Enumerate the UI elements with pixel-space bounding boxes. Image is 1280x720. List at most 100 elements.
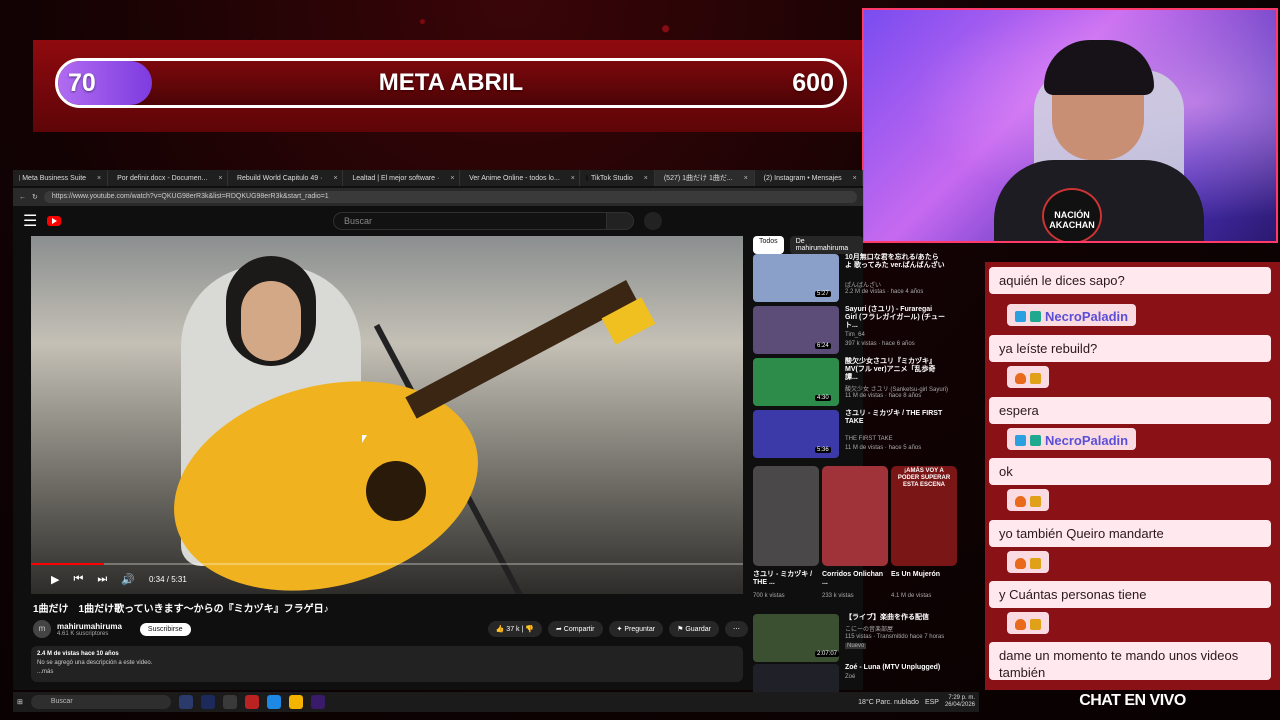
- more-options-icon[interactable]: ⋯: [725, 621, 748, 637]
- obs-icon[interactable]: [244, 695, 259, 709]
- mic-icon[interactable]: [644, 212, 662, 230]
- video-title[interactable]: Sayuri (さユリ) - Furaregai Girl (フラレガイガール)…: [845, 306, 945, 330]
- short-title[interactable]: Corridos Onlichan ...: [822, 571, 888, 587]
- video-player[interactable]: [31, 236, 743, 594]
- moderator-badge-icon: [1015, 310, 1026, 322]
- volume-icon[interactable]: 🔊: [121, 573, 135, 586]
- subscriber-badge-icon: [1030, 434, 1041, 446]
- video-title[interactable]: 10月無口な君を忘れる/あたらよ 歌ってみた ver.ぱんばんざい: [845, 254, 945, 270]
- taskbar-search[interactable]: Buscar: [30, 695, 171, 709]
- close-tab-icon[interactable]: ×: [218, 175, 222, 182]
- video-progress-bar[interactable]: [31, 563, 743, 565]
- short-overlay-text: ¡AMÁS VOY A PODER SUPERAR ESTA ESCENA: [897, 468, 951, 488]
- show-more-link[interactable]: ...más: [37, 668, 737, 677]
- chip-channel[interactable]: De mahirumahiruma: [789, 236, 863, 254]
- language-indicator[interactable]: ESP: [925, 699, 939, 706]
- close-tab-icon[interactable]: ×: [644, 175, 648, 182]
- save-button[interactable]: ⚑ Guardar: [669, 621, 719, 637]
- browser-window: Meta Business Suite × Por definir.docx - D…: [13, 170, 957, 712]
- gold-badge-icon: [1030, 495, 1041, 507]
- recommended-video[interactable]: 5:36 さユリ - ミカヅキ / THE FIRST TAKE THE FIRST…: [753, 410, 958, 458]
- tab-strip: Meta Business Suite × Por definir.docx - D…: [13, 170, 863, 186]
- browser-tab[interactable]: Meta Business Suite ×: [13, 170, 109, 186]
- fire-badge-icon: [1015, 618, 1026, 630]
- tab-label: Lealtad | El mejor software ·: [352, 174, 440, 182]
- like-button[interactable]: 👍 37 k | 👎: [487, 621, 542, 637]
- close-tab-icon[interactable]: ×: [744, 175, 748, 182]
- recommended-video[interactable]: 4:30 酸欠少女さユリ『ミカヅキ』MV(フル ver)アニメ「乱歩奇譚... 酸欠…: [753, 358, 958, 406]
- channel-logo: NACIÓN AKACHAN: [1042, 188, 1102, 241]
- chat-username-row[interactable]: [1007, 551, 1049, 573]
- short-thumbnail[interactable]: [822, 466, 888, 566]
- browser-tab[interactable]: Ver Anime Online - todos lo... ×: [460, 170, 581, 186]
- browser-tab[interactable]: (527) 1曲だけ 1曲だ... ×: [654, 170, 755, 186]
- browser-tab[interactable]: Rebuild World Capitulo 49 · ×: [228, 170, 344, 186]
- browser-tab[interactable]: Por definir.docx - Documen... ×: [108, 170, 228, 186]
- search-button[interactable]: [606, 212, 634, 230]
- fire-badge-icon: [1015, 372, 1026, 384]
- search-input[interactable]: Buscar: [333, 212, 608, 230]
- menu-icon[interactable]: ☰: [23, 211, 37, 231]
- address-bar[interactable]: https://www.youtube.com/watch?v=QKUG98er…: [43, 191, 857, 203]
- chat-username-row[interactable]: [1007, 612, 1049, 634]
- chip-all[interactable]: Todos: [753, 236, 784, 254]
- photoshop-icon[interactable]: [200, 695, 215, 709]
- previous-icon[interactable]: ⏮: [73, 573, 83, 586]
- next-icon[interactable]: ⏭: [97, 573, 107, 586]
- back-icon[interactable]: ←: [19, 194, 26, 201]
- video-meta: 397 k vistas · hace 6 años: [845, 341, 915, 347]
- close-tab-icon[interactable]: ×: [333, 175, 337, 182]
- chat-username-row[interactable]: NecroPaladin: [1007, 428, 1137, 450]
- close-tab-icon[interactable]: ×: [450, 175, 454, 182]
- clock[interactable]: 7:29 p. m. 26/04/2026: [945, 695, 975, 709]
- browser-tab[interactable]: TikTok Studio ×: [580, 170, 655, 186]
- video-duration: 4:30: [815, 395, 831, 401]
- chat-message: espera: [989, 397, 1271, 424]
- channel-avatar[interactable]: m: [33, 620, 51, 638]
- chat-username-row[interactable]: [1007, 489, 1049, 511]
- channel-name[interactable]: mahirumahiruma: [57, 622, 122, 631]
- short-title[interactable]: Es Un Mujerón: [891, 571, 957, 579]
- gold-badge-icon: [1030, 557, 1041, 569]
- recommended-video[interactable]: 6:24 Sayuri (さユリ) - Furaregai Girl (フラレガイ…: [753, 306, 958, 354]
- ask-button[interactable]: ✦ Preguntar: [608, 621, 664, 637]
- video-title[interactable]: Zoé - Luna (MTV Unplugged): [845, 664, 945, 672]
- short-thumbnail[interactable]: [753, 466, 819, 566]
- video-title[interactable]: 酸欠少女さユリ『ミカヅキ』MV(フル ver)アニメ「乱歩奇譚...: [845, 358, 945, 382]
- video-duration: 5:36: [815, 447, 831, 453]
- close-tab-icon[interactable]: ×: [571, 175, 575, 182]
- reload-icon[interactable]: ↻: [32, 193, 38, 201]
- weather-status[interactable]: 18°C Parc. nublado: [858, 699, 919, 706]
- video-title[interactable]: さユリ - ミカヅキ / THE FIRST TAKE: [845, 410, 945, 426]
- explorer-icon[interactable]: [288, 695, 303, 709]
- short-thumbnail[interactable]: ¡AMÁS VOY A PODER SUPERAR ESTA ESCENA: [891, 466, 957, 566]
- short-title[interactable]: さユリ - ミカヅキ / THE ...: [753, 571, 819, 587]
- browser-tab[interactable]: (2) Instagram • Mensajes ×: [755, 170, 863, 186]
- browser-tab[interactable]: Lealtad | El mejor software · ×: [343, 170, 461, 186]
- windows-start-icon[interactable]: ⊞: [17, 698, 23, 706]
- app-icon[interactable]: [222, 695, 237, 709]
- share-button[interactable]: ➦ Compartir: [547, 621, 603, 637]
- youtube-logo[interactable]: [47, 216, 62, 226]
- video-time: 0:34 / 5:31: [148, 574, 187, 584]
- chat-username-row[interactable]: NecroPaladin: [1007, 304, 1137, 326]
- chat-username-row[interactable]: [1007, 366, 1049, 388]
- chrome-icon[interactable]: [266, 695, 281, 709]
- video-meta: 115 vistas · Transmitido hace 7 horas: [845, 634, 945, 640]
- video-description[interactable]: 2.4 M de vistas hace 10 años No se agreg…: [31, 646, 743, 682]
- tab-label: Rebuild World Capitulo 49 ·: [236, 174, 323, 182]
- close-tab-icon[interactable]: ×: [97, 175, 101, 182]
- video-title[interactable]: 【ライブ】楽曲を作る配信: [845, 614, 945, 622]
- recommended-video[interactable]: 5:27 10月無口な君を忘れる/あたらよ 歌ってみた ver.ぱんばんざい ぱんば…: [753, 254, 958, 302]
- chat-message: dame un momento te mando unos videos tam…: [989, 642, 1271, 680]
- play-icon[interactable]: ▶: [51, 573, 59, 586]
- task-view-icon[interactable]: [178, 695, 193, 709]
- address-bar-row: ← ↻ https://www.youtube.com/watch?v=QKUG…: [13, 188, 863, 206]
- close-tab-icon[interactable]: ×: [853, 175, 857, 182]
- premiere-icon[interactable]: [310, 695, 325, 709]
- channel-name: Tim_64: [845, 332, 865, 338]
- subscribe-button[interactable]: Suscribirse: [139, 622, 191, 636]
- tab-label: (2) Instagram • Mensajes: [763, 174, 842, 182]
- goal-title: META ABRIL: [378, 69, 524, 96]
- recommended-video[interactable]: 2:07:07 【ライブ】楽曲を作る配信 こにーの音楽部屋 115 vistas · …: [753, 614, 958, 662]
